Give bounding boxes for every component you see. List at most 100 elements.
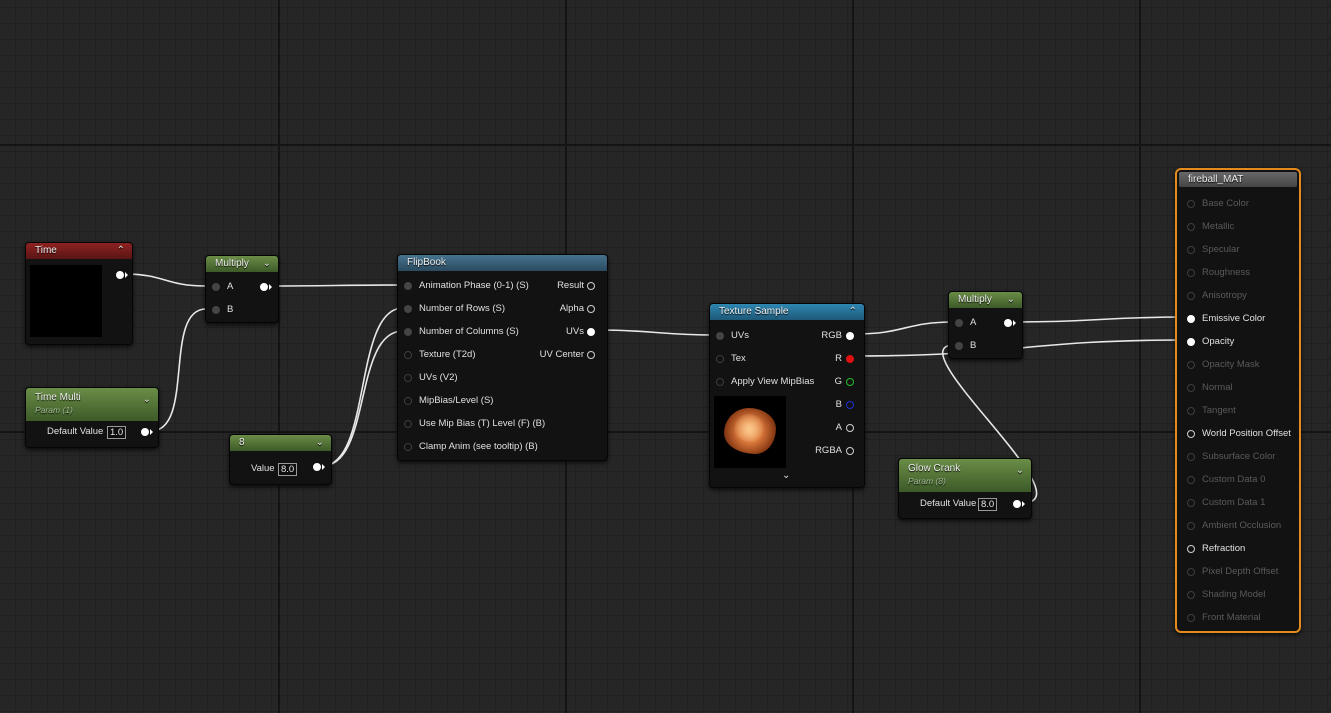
flipbook-input-pin-texture[interactable]	[404, 351, 412, 359]
flipbook-input-mipbias: MipBias/Level (S)	[419, 395, 494, 406]
multiply-2-input-b-label: B	[970, 340, 977, 351]
multiply-2-input-b-pin[interactable]	[955, 342, 963, 350]
texture-output-pin-rgba[interactable]	[846, 447, 854, 455]
flipbook-input-pin-clamp[interactable]	[404, 443, 412, 451]
time-multi-param-node[interactable]: Time Multi Param (1) ⌄ Default Value 1.0	[25, 387, 159, 448]
texture-output-pin-b[interactable]	[846, 401, 854, 409]
texture-input-pin-mipbias[interactable]	[716, 378, 724, 386]
multiply-2-output-pin[interactable]	[1004, 319, 1012, 327]
chevron-up-icon[interactable]: ⌃	[849, 304, 857, 320]
multiply-node-2[interactable]: Multiply ⌄ A B	[948, 291, 1023, 359]
flipbook-output-pin-alpha[interactable]	[587, 305, 595, 313]
material-input-pin-3[interactable]	[1187, 269, 1195, 277]
material-input-pin-2[interactable]	[1187, 246, 1195, 254]
wire-time-to-multiply-a	[123, 273, 207, 287]
material-input-pin-18[interactable]	[1187, 614, 1195, 622]
chevron-down-icon[interactable]: ⌄	[1007, 292, 1015, 308]
glow-crank-header[interactable]: Glow Crank Param (8) ⌄	[899, 459, 1031, 492]
material-input-label: Refraction	[1202, 543, 1246, 554]
material-input-pin-7[interactable]	[1187, 361, 1195, 369]
chevron-up-icon[interactable]: ⌃	[117, 243, 125, 259]
material-input-pin-14[interactable]	[1187, 522, 1195, 530]
wire-multiply-to-emissive	[1011, 316, 1189, 323]
material-input-label: Opacity Mask	[1202, 359, 1260, 370]
material-input-pin-0[interactable]	[1187, 200, 1195, 208]
material-input-pin-1[interactable]	[1187, 223, 1195, 231]
material-input-label: Custom Data 1	[1202, 497, 1266, 508]
constant-8-output-pin[interactable]	[313, 463, 321, 471]
material-input-pin-16[interactable]	[1187, 568, 1195, 576]
chevron-down-icon[interactable]: ⌄	[263, 256, 271, 272]
output-arrow-icon	[1013, 320, 1016, 326]
texture-input-pin-uvs[interactable]	[716, 332, 724, 340]
time-multi-output-pin[interactable]	[141, 428, 149, 436]
material-input-pin-11[interactable]	[1187, 453, 1195, 461]
flipbook-output-pin-uvs[interactable]	[587, 328, 595, 336]
glow-crank-param-node[interactable]: Glow Crank Param (8) ⌄ Default Value 8.0	[898, 458, 1032, 519]
time-output-pin[interactable]	[116, 271, 124, 279]
constant-8-node[interactable]: 8 ⌄ Value 8.0	[229, 434, 332, 485]
multiply-1-output-pin[interactable]	[260, 283, 268, 291]
constant-8-field-label: Value	[251, 463, 275, 474]
flipbook-input-pin-mipbias[interactable]	[404, 397, 412, 405]
constant-8-header[interactable]: 8 ⌄	[230, 435, 331, 451]
chevron-down-icon[interactable]: ⌄	[1016, 464, 1024, 478]
material-input-pin-10[interactable]	[1187, 430, 1195, 438]
material-input-label: Tangent	[1202, 405, 1236, 416]
material-input-pin-6[interactable]	[1187, 338, 1195, 346]
flipbook-header[interactable]: FlipBook	[398, 255, 607, 271]
texture-sample-title: Texture Sample	[719, 306, 789, 317]
glow-crank-value-field[interactable]: 8.0	[978, 498, 998, 511]
chevron-down-icon[interactable]: ⌄	[143, 393, 151, 407]
multiply-node-1-header[interactable]: Multiply ⌄	[206, 256, 278, 272]
multiply-1-input-a-pin[interactable]	[212, 283, 220, 291]
texture-output-pin-r[interactable]	[846, 355, 854, 363]
material-input-pin-15[interactable]	[1187, 545, 1195, 553]
time-multi-value-field[interactable]: 1.0	[107, 426, 127, 439]
texture-output-pin-g[interactable]	[846, 378, 854, 386]
multiply-node-1-title: Multiply	[215, 258, 249, 269]
time-node[interactable]: Time ⌃	[25, 242, 133, 345]
chevron-down-icon[interactable]: ⌄	[316, 435, 324, 451]
material-input-pin-4[interactable]	[1187, 292, 1195, 300]
texture-output-pin-rgb[interactable]	[846, 332, 854, 340]
material-input-pin-13[interactable]	[1187, 499, 1195, 507]
time-node-header[interactable]: Time ⌃	[26, 243, 132, 259]
flipbook-input-clamp: Clamp Anim (see tooltip) (B)	[419, 441, 538, 452]
constant-8-title: 8	[239, 437, 245, 448]
flipbook-input-pin-phase[interactable]	[404, 282, 412, 290]
flipbook-input-pin-use-mip[interactable]	[404, 420, 412, 428]
multiply-1-input-b-pin[interactable]	[212, 306, 220, 314]
flipbook-output-pin-result[interactable]	[587, 282, 595, 290]
constant-8-value-field[interactable]: 8.0	[278, 463, 298, 476]
fireball-material-result-node[interactable]: fireball_MAT Base Color Metallic Specular R…	[1175, 168, 1301, 633]
material-input-pin-9[interactable]	[1187, 407, 1195, 415]
multiply-1-input-a-label: A	[227, 281, 234, 292]
multiply-2-input-a-pin[interactable]	[955, 319, 963, 327]
multiply-node-2-header[interactable]: Multiply ⌄	[949, 292, 1022, 308]
wire-const-to-rows	[321, 307, 404, 467]
wire-timemulti-to-multiply-b	[150, 308, 207, 432]
flipbook-output-pin-uv-center[interactable]	[587, 351, 595, 359]
chevron-down-icon[interactable]: ⌄	[782, 470, 790, 481]
texture-sample-node[interactable]: Texture Sample ⌃ UVs Tex Apply View MipB…	[709, 303, 865, 488]
texture-sample-header[interactable]: Texture Sample ⌃	[710, 304, 864, 320]
texture-output-pin-a[interactable]	[846, 424, 854, 432]
flipbook-input-pin-rows[interactable]	[404, 305, 412, 313]
material-input-pin-8[interactable]	[1187, 384, 1195, 392]
flipbook-input-texture: Texture (T2d)	[419, 349, 476, 360]
material-input-pin-17[interactable]	[1187, 591, 1195, 599]
material-input-pin-5[interactable]	[1187, 315, 1195, 323]
material-header[interactable]: fireball_MAT	[1179, 172, 1297, 187]
texture-output-rgba: RGBA	[815, 445, 842, 456]
time-multi-header[interactable]: Time Multi Param (1) ⌄	[26, 388, 158, 421]
multiply-node-1[interactable]: Multiply ⌄ A B	[205, 255, 279, 323]
material-input-label: Anisotropy	[1202, 290, 1247, 301]
glow-crank-output-pin[interactable]	[1013, 500, 1021, 508]
output-arrow-icon	[125, 272, 128, 278]
material-input-pin-12[interactable]	[1187, 476, 1195, 484]
texture-input-pin-tex[interactable]	[716, 355, 724, 363]
flipbook-node[interactable]: FlipBook Animation Phase (0-1) (S) Numbe…	[397, 254, 608, 461]
flipbook-input-pin-uvs[interactable]	[404, 374, 412, 382]
flipbook-input-pin-columns[interactable]	[404, 328, 412, 336]
